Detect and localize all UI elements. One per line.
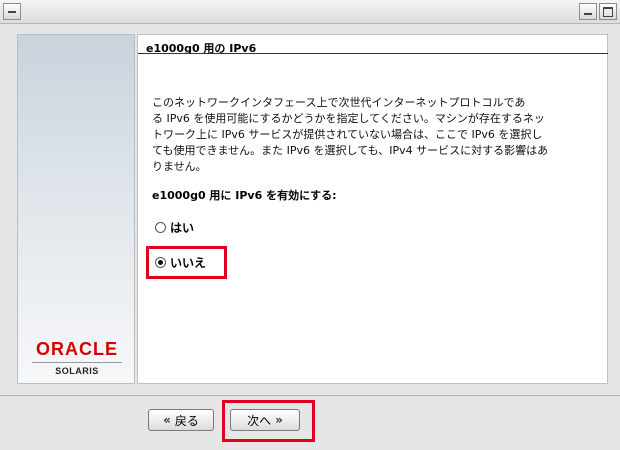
minimize-button[interactable] <box>579 3 597 20</box>
radio-option-yes[interactable]: はい <box>155 219 194 236</box>
maximize-button[interactable] <box>599 3 617 20</box>
description: このネットワークインタフェース上で次世代インターネットプロトコルであ る IPv… <box>152 95 592 175</box>
radio-label-yes: はい <box>170 221 195 235</box>
radio-unchecked-icon[interactable] <box>155 222 166 233</box>
logo-divider <box>32 362 122 363</box>
highlight-box-no-option <box>146 246 227 279</box>
ipv6-question: e1000g0 用に IPv6 を有効にする: <box>152 189 337 202</box>
logo-brand: ORACLE <box>36 339 118 359</box>
footer-divider <box>0 395 620 396</box>
back-button-label: 戻る <box>174 413 199 428</box>
content-panel: e1000g0 用の IPv6 このネットワークインタフェース上で次世代インター… <box>137 34 608 384</box>
highlight-box-next-button <box>222 400 315 442</box>
window-menu-button[interactable] <box>3 3 21 20</box>
oracle-solaris-logo: ORACLE SOLARIS <box>18 339 136 376</box>
description-line: このネットワークインタフェース上で次世代インターネットプロトコルであ <box>152 96 526 109</box>
window-titlebar <box>0 0 620 24</box>
title-divider <box>138 53 608 54</box>
double-chevron-left-icon: « <box>163 413 171 427</box>
description-line: トワーク上に IPv6 サービスが提供されていない場合は、ここで IPv6 を選… <box>152 128 543 141</box>
side-banner: ORACLE SOLARIS <box>17 34 135 384</box>
back-button[interactable]: « 戻る <box>148 409 214 431</box>
description-line: る IPv6 を使用可能にするかどうかを指定してください。マシンが存在するネッ <box>152 112 545 125</box>
logo-product: SOLARIS <box>55 366 99 376</box>
description-line: りません。 <box>152 160 207 173</box>
description-line: ても使用できません。また IPv6 を選択しても、IPv4 サービスに対する影響… <box>152 144 549 157</box>
